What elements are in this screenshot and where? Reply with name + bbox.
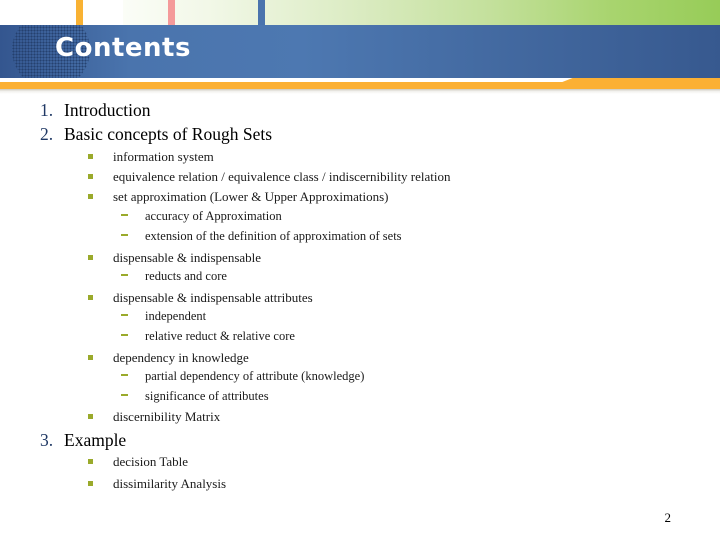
- sub-list-item-label: partial dependency of attribute (knowled…: [145, 369, 365, 383]
- list-item-label: dispensable & indispensable attributes: [113, 290, 313, 305]
- list-item-label: set approximation (Lower & Upper Approxi…: [113, 189, 389, 204]
- square-bullet-icon: [88, 355, 93, 360]
- sub-list-item: partial dependency of attribute (knowled…: [121, 369, 364, 384]
- list-item-label: information system: [113, 149, 214, 164]
- orange-band-left: [0, 82, 566, 89]
- list-item-label: dissimilarity Analysis: [113, 476, 227, 491]
- dash-bullet-icon: [121, 214, 128, 216]
- sub-list-item: accuracy of Approximation: [121, 209, 282, 224]
- sub-list-item-label: accuracy of Approximation: [145, 209, 282, 223]
- sub-list-item: relative reduct & relative core: [121, 329, 295, 344]
- outline-number: 3.: [40, 430, 54, 450]
- orange-stripe: [76, 0, 83, 25]
- list-item: dispensable & indispensable: [88, 250, 261, 266]
- content-body: 1. Introduction 2. Basic concepts of Rough…: [0, 96, 720, 496]
- title-band: Contents: [0, 25, 720, 78]
- outline-item-3: 3. Example: [40, 430, 126, 451]
- outline-number: 1.: [40, 100, 54, 120]
- dash-bullet-icon: [121, 234, 128, 236]
- square-bullet-icon: [88, 255, 93, 260]
- list-item: set approximation (Lower & Upper Approxi…: [88, 189, 388, 205]
- list-item: equivalence relation / equivalence class…: [88, 169, 451, 185]
- list-item-label: equivalence relation / equivalence class…: [113, 169, 451, 184]
- orange-band-right: [580, 78, 720, 89]
- list-item-label: dependency in knowledge: [113, 350, 249, 365]
- outline-label: Introduction: [64, 100, 151, 120]
- blue-stripe: [258, 0, 265, 25]
- list-item-label: decision Table: [113, 454, 189, 469]
- sub-list-item-label: relative reduct & relative core: [145, 329, 295, 343]
- page-number: 2: [664, 510, 672, 525]
- dash-bullet-icon: [121, 334, 128, 336]
- sub-list-item: extension of the definition of approxima…: [121, 229, 402, 244]
- sub-list-item: independent: [121, 309, 206, 324]
- square-bullet-icon: [88, 295, 93, 300]
- dash-bullet-icon: [121, 374, 128, 376]
- sub-list-item-label: reducts and core: [145, 269, 227, 283]
- orange-accent-band: [0, 78, 720, 89]
- square-bullet-icon: [88, 459, 93, 464]
- dash-bullet-icon: [121, 274, 128, 276]
- dash-bullet-icon: [121, 394, 128, 396]
- list-item: dissimilarity Analysis: [88, 476, 226, 492]
- square-bullet-icon: [88, 414, 93, 419]
- square-bullet-icon: [88, 481, 93, 486]
- outline-number: 2.: [40, 124, 54, 144]
- list-item: discernibility Matrix: [88, 409, 220, 425]
- sub-list-item: significance of attributes: [121, 389, 269, 404]
- list-item-label: discernibility Matrix: [113, 409, 221, 424]
- outline-label: Example: [64, 430, 127, 450]
- outline-label: Basic concepts of Rough Sets: [64, 124, 273, 144]
- slide: Contents 1. Introduction 2. Basic concepts…: [0, 0, 720, 540]
- outline-item-1: 1. Introduction: [40, 100, 151, 121]
- sub-list-item-label: significance of attributes: [145, 389, 269, 403]
- green-gradient-panel: [123, 0, 720, 25]
- sub-list-item-label: independent: [145, 309, 207, 323]
- list-item: decision Table: [88, 454, 188, 470]
- list-item: dependency in knowledge: [88, 350, 249, 366]
- list-item: dispensable & indispensable attributes: [88, 290, 313, 306]
- sub-list-item-label: extension of the definition of approxima…: [145, 229, 402, 243]
- dash-bullet-icon: [121, 314, 128, 316]
- square-bullet-icon: [88, 194, 93, 199]
- square-bullet-icon: [88, 174, 93, 179]
- band-shadow: [0, 89, 720, 94]
- square-bullet-icon: [88, 154, 93, 159]
- list-item: information system: [88, 149, 214, 165]
- pink-stripe: [168, 0, 175, 25]
- top-decoration-band: [0, 0, 720, 25]
- page-title: Contents: [55, 33, 191, 63]
- sub-list-item: reducts and core: [121, 269, 227, 284]
- list-item-label: dispensable & indispensable: [113, 250, 262, 265]
- outline-item-2: 2. Basic concepts of Rough Sets: [40, 124, 272, 145]
